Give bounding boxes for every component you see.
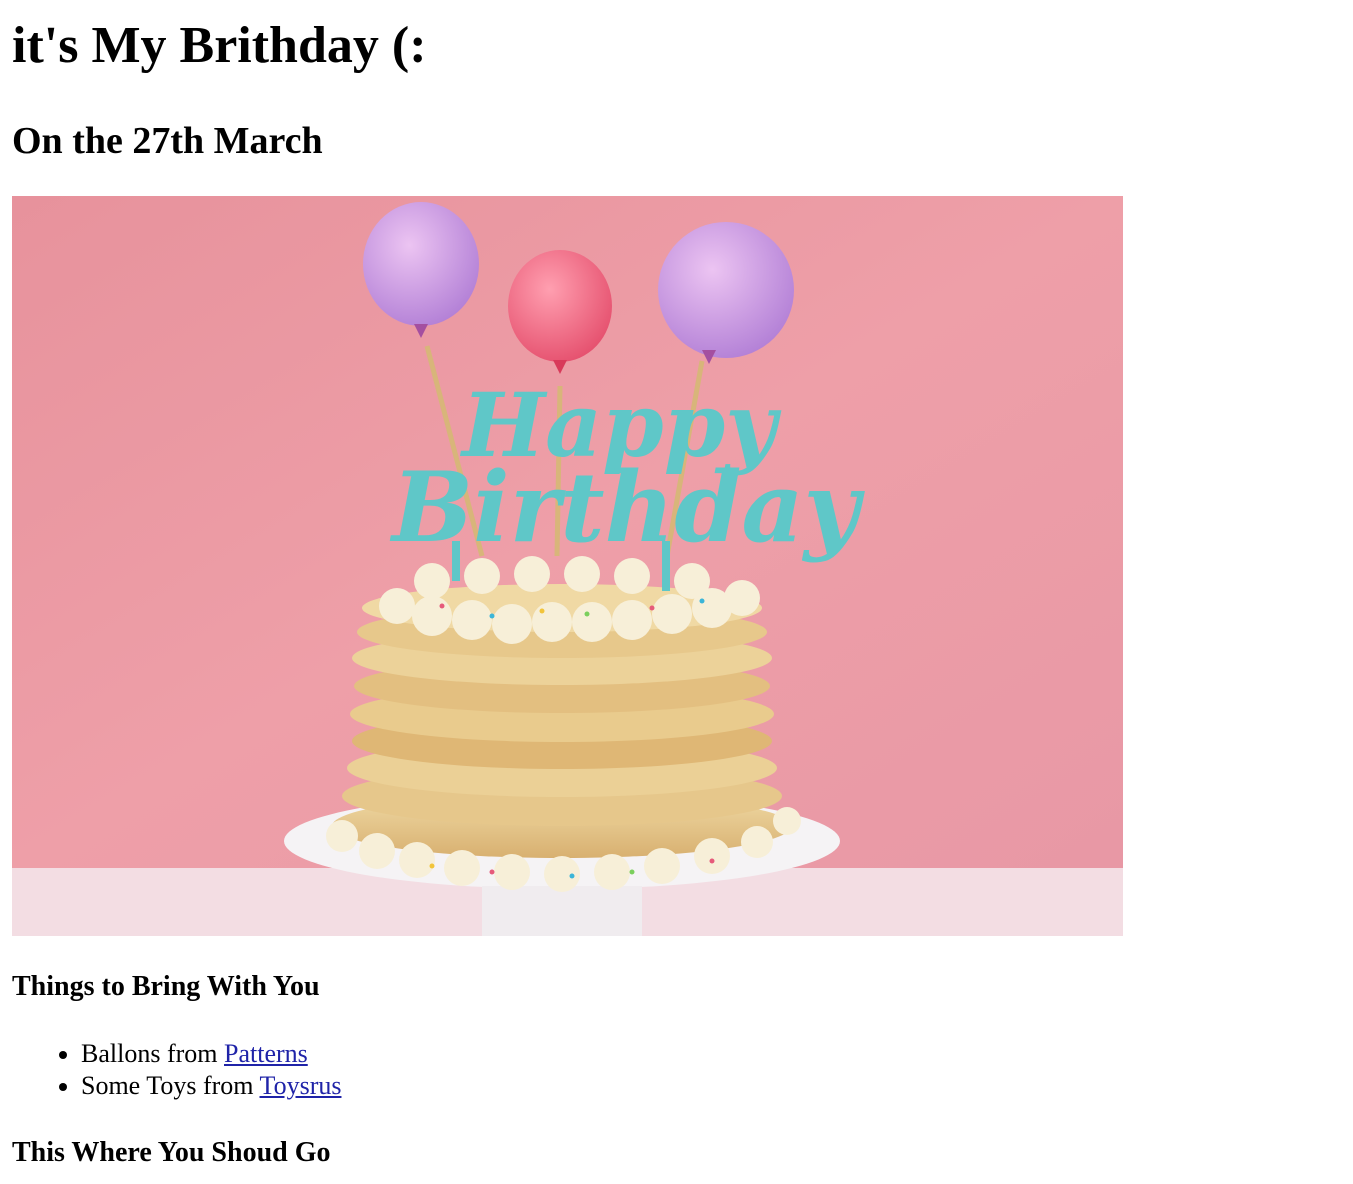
list-item-text: Ballons from bbox=[81, 1039, 224, 1068]
where-section-heading: This Where You Shoud Go bbox=[12, 1137, 331, 1168]
list-item: Ballons from Patterns bbox=[81, 1038, 341, 1070]
page-subtitle: On the 27th March bbox=[12, 120, 323, 162]
patterns-link[interactable]: Patterns bbox=[224, 1039, 308, 1068]
topper-birthday: Birthday bbox=[389, 451, 866, 564]
list-item: Some Toys from Toysrus bbox=[81, 1070, 341, 1102]
page-title: it's My Brithday (: bbox=[12, 17, 427, 74]
toysrus-link[interactable]: Toysrus bbox=[260, 1071, 342, 1100]
bring-section-heading: Things to Bring With You bbox=[12, 971, 320, 1002]
page: it's My Brithday (: On the 27th March Ha… bbox=[0, 0, 1353, 1168]
plate-stand bbox=[482, 886, 642, 936]
bring-list: Ballons from Patterns Some Toys from Toy… bbox=[0, 1038, 341, 1102]
birthday-cake-image: Happy Birthday bbox=[12, 196, 1123, 936]
list-item-text: Some Toys from bbox=[81, 1071, 260, 1100]
